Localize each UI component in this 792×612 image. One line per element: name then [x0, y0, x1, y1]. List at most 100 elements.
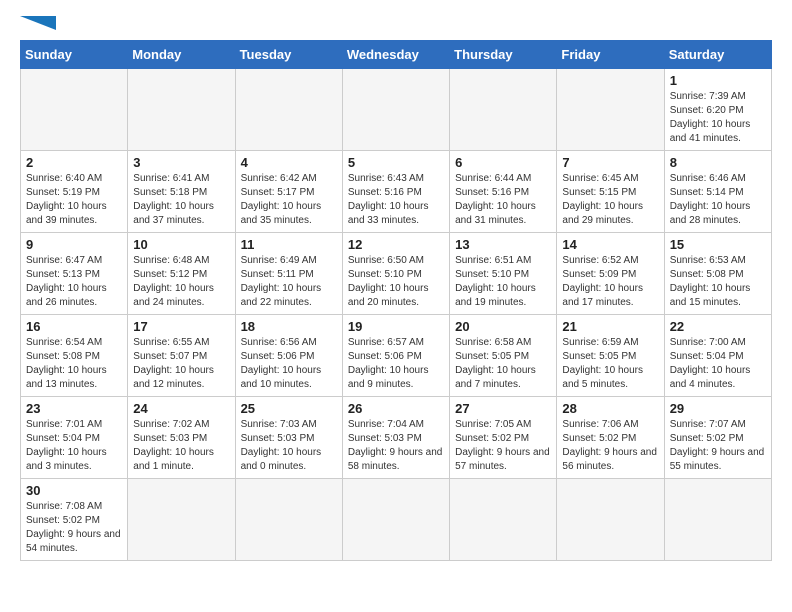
day-cell: 10Sunrise: 6:48 AM Sunset: 5:12 PM Dayli… [128, 233, 235, 315]
day-info: Sunrise: 6:40 AM Sunset: 5:19 PM Dayligh… [26, 172, 122, 228]
weekday-header-wednesday: Wednesday [342, 41, 449, 69]
day-info: Sunrise: 6:43 AM Sunset: 5:16 PM Dayligh… [348, 172, 444, 228]
week-row-4: 16 Sunrise: 6:54 AM Sunset: 5:08 PM Dayli… [21, 315, 772, 397]
day-number: 14 [562, 237, 658, 252]
day-cell: 21Sunrise: 6:59 AM Sunset: 5:05 PM Dayli… [557, 315, 664, 397]
day-info: Sunrise: 6:52 AM Sunset: 5:09 PM Dayligh… [562, 254, 658, 310]
day-info: Sunrise: 7:08 AM Sunset: 5:02 PM Dayligh… [26, 500, 122, 556]
day-info: Sunrise: 7:05 AM Sunset: 5:02 PM Dayligh… [455, 418, 551, 474]
day-number: 1 [670, 73, 766, 88]
day-info: Sunrise: 6:51 AM Sunset: 5:10 PM Dayligh… [455, 254, 551, 310]
day-number: 26 [348, 401, 444, 416]
day-info: Sunrise: 6:41 AM Sunset: 5:18 PM Dayligh… [133, 172, 229, 228]
day-cell [235, 479, 342, 561]
day-cell: 6 Sunrise: 6:44 AM Sunset: 5:16 PM Daylig… [450, 151, 557, 233]
day-cell: 24 Sunrise: 7:02 AM Sunset: 5:03 PM Dayli… [128, 397, 235, 479]
day-number: 17 [133, 319, 229, 334]
day-number: 11 [241, 237, 337, 252]
week-row-5: 23Sunrise: 7:01 AM Sunset: 5:04 PM Dayli… [21, 397, 772, 479]
weekday-header-friday: Friday [557, 41, 664, 69]
day-cell: 30 Sunrise: 7:08 AM Sunset: 5:02 PM Dayli… [21, 479, 128, 561]
day-info: Sunrise: 6:57 AM Sunset: 5:06 PM Dayligh… [348, 336, 444, 392]
day-number: 3 [133, 155, 229, 170]
day-cell: 15Sunrise: 6:53 AM Sunset: 5:08 PM Dayli… [664, 233, 771, 315]
day-cell [664, 479, 771, 561]
page-header [20, 16, 772, 30]
day-cell: 17 Sunrise: 6:55 AM Sunset: 5:07 PM Dayli… [128, 315, 235, 397]
day-number: 21 [562, 319, 658, 334]
day-cell: 14 Sunrise: 6:52 AM Sunset: 5:09 PM Dayli… [557, 233, 664, 315]
day-cell: 26 Sunrise: 7:04 AM Sunset: 5:03 PM Dayli… [342, 397, 449, 479]
day-info: Sunrise: 7:07 AM Sunset: 5:02 PM Dayligh… [670, 418, 766, 474]
day-number: 8 [670, 155, 766, 170]
week-row-2: 2 Sunrise: 6:40 AM Sunset: 5:19 PM Daylig… [21, 151, 772, 233]
day-cell [450, 479, 557, 561]
day-info: Sunrise: 6:49 AM Sunset: 5:11 PM Dayligh… [241, 254, 337, 310]
day-info: Sunrise: 6:46 AM Sunset: 5:14 PM Dayligh… [670, 172, 766, 228]
logo [20, 16, 56, 30]
day-cell: 27 Sunrise: 7:05 AM Sunset: 5:02 PM Dayli… [450, 397, 557, 479]
day-cell: 9 Sunrise: 6:47 AM Sunset: 5:13 PM Daylig… [21, 233, 128, 315]
day-number: 25 [241, 401, 337, 416]
day-cell [342, 479, 449, 561]
day-info: Sunrise: 7:03 AM Sunset: 5:03 PM Dayligh… [241, 418, 337, 474]
day-cell: 2 Sunrise: 6:40 AM Sunset: 5:19 PM Daylig… [21, 151, 128, 233]
day-info: Sunrise: 6:54 AM Sunset: 5:08 PM Dayligh… [26, 336, 122, 392]
day-cell: 25 Sunrise: 7:03 AM Sunset: 5:03 PM Dayli… [235, 397, 342, 479]
day-number: 7 [562, 155, 658, 170]
day-cell [128, 479, 235, 561]
day-number: 6 [455, 155, 551, 170]
day-cell: 16 Sunrise: 6:54 AM Sunset: 5:08 PM Dayli… [21, 315, 128, 397]
day-info: Sunrise: 6:47 AM Sunset: 5:13 PM Dayligh… [26, 254, 122, 310]
weekday-header-row: SundayMondayTuesdayWednesdayThursdayFrid… [21, 41, 772, 69]
day-info: Sunrise: 6:56 AM Sunset: 5:06 PM Dayligh… [241, 336, 337, 392]
day-number: 19 [348, 319, 444, 334]
day-cell: 19 Sunrise: 6:57 AM Sunset: 5:06 PM Dayli… [342, 315, 449, 397]
week-row-3: 9 Sunrise: 6:47 AM Sunset: 5:13 PM Daylig… [21, 233, 772, 315]
day-info: Sunrise: 7:01 AM Sunset: 5:04 PM Dayligh… [26, 418, 122, 474]
day-cell: 7Sunrise: 6:45 AM Sunset: 5:15 PM Daylig… [557, 151, 664, 233]
day-number: 4 [241, 155, 337, 170]
day-cell: 18 Sunrise: 6:56 AM Sunset: 5:06 PM Dayli… [235, 315, 342, 397]
day-number: 5 [348, 155, 444, 170]
day-info: Sunrise: 6:42 AM Sunset: 5:17 PM Dayligh… [241, 172, 337, 228]
day-cell: 12Sunrise: 6:50 AM Sunset: 5:10 PM Dayli… [342, 233, 449, 315]
day-number: 9 [26, 237, 122, 252]
week-row-1: 1Sunrise: 7:39 AM Sunset: 6:20 PM Daylig… [21, 69, 772, 151]
day-cell: 3 Sunrise: 6:41 AM Sunset: 5:18 PM Daylig… [128, 151, 235, 233]
day-info: Sunrise: 7:06 AM Sunset: 5:02 PM Dayligh… [562, 418, 658, 474]
day-cell: 8 Sunrise: 6:46 AM Sunset: 5:14 PM Daylig… [664, 151, 771, 233]
day-info: Sunrise: 6:58 AM Sunset: 5:05 PM Dayligh… [455, 336, 551, 392]
weekday-header-saturday: Saturday [664, 41, 771, 69]
day-info: Sunrise: 7:02 AM Sunset: 5:03 PM Dayligh… [133, 418, 229, 474]
day-cell: 13 Sunrise: 6:51 AM Sunset: 5:10 PM Dayli… [450, 233, 557, 315]
day-number: 28 [562, 401, 658, 416]
day-number: 2 [26, 155, 122, 170]
day-number: 18 [241, 319, 337, 334]
day-number: 24 [133, 401, 229, 416]
day-info: Sunrise: 7:04 AM Sunset: 5:03 PM Dayligh… [348, 418, 444, 474]
day-cell [557, 69, 664, 151]
day-cell [128, 69, 235, 151]
day-cell: 28 Sunrise: 7:06 AM Sunset: 5:02 PM Dayli… [557, 397, 664, 479]
day-cell: 23Sunrise: 7:01 AM Sunset: 5:04 PM Dayli… [21, 397, 128, 479]
weekday-header-sunday: Sunday [21, 41, 128, 69]
day-number: 20 [455, 319, 551, 334]
day-number: 16 [26, 319, 122, 334]
weekday-header-thursday: Thursday [450, 41, 557, 69]
day-number: 13 [455, 237, 551, 252]
day-number: 30 [26, 483, 122, 498]
day-number: 12 [348, 237, 444, 252]
calendar-table: SundayMondayTuesdayWednesdayThursdayFrid… [20, 40, 772, 561]
day-cell [235, 69, 342, 151]
day-number: 27 [455, 401, 551, 416]
day-cell [557, 479, 664, 561]
day-info: Sunrise: 6:44 AM Sunset: 5:16 PM Dayligh… [455, 172, 551, 228]
day-info: Sunrise: 6:55 AM Sunset: 5:07 PM Dayligh… [133, 336, 229, 392]
day-cell: 29 Sunrise: 7:07 AM Sunset: 5:02 PM Dayli… [664, 397, 771, 479]
day-number: 29 [670, 401, 766, 416]
logo-triangle-icon [20, 16, 56, 30]
day-cell: 1Sunrise: 7:39 AM Sunset: 6:20 PM Daylig… [664, 69, 771, 151]
day-cell [342, 69, 449, 151]
day-cell: 11 Sunrise: 6:49 AM Sunset: 5:11 PM Dayli… [235, 233, 342, 315]
